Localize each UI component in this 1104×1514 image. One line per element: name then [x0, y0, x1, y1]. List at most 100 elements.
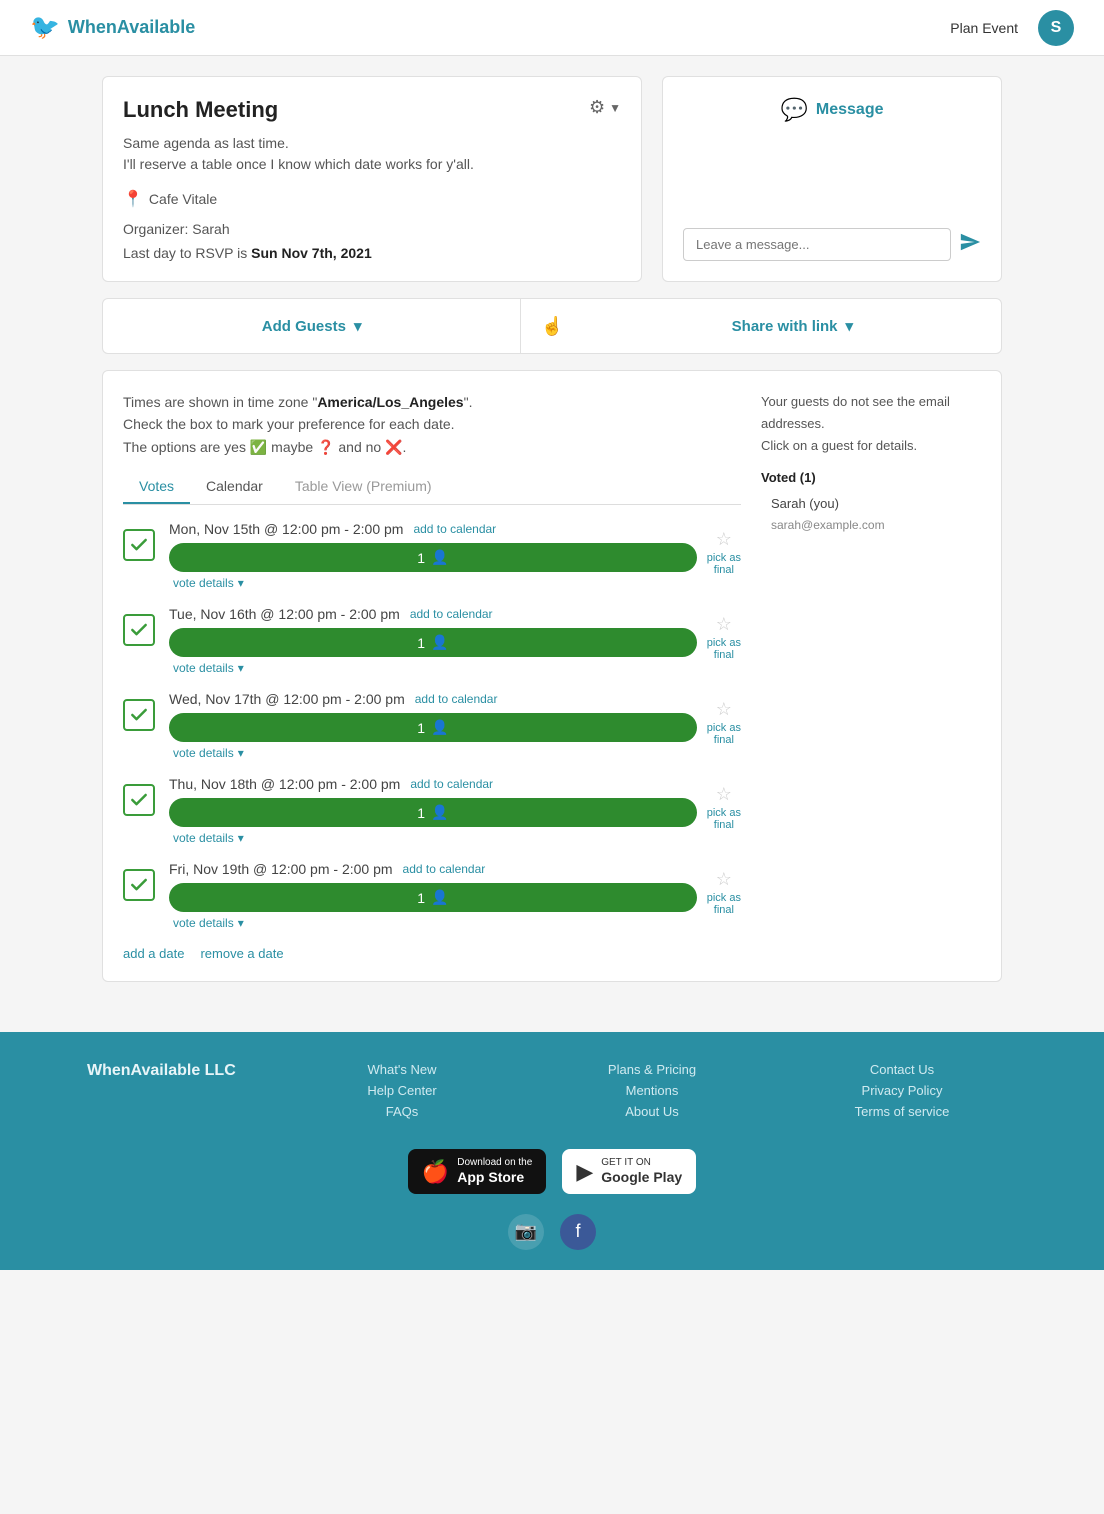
add-to-calendar-link[interactable]: add to calendar [410, 607, 493, 621]
vote-details-label: vote details [173, 576, 234, 590]
pick-as-final-label[interactable]: pick asfinal [707, 892, 741, 916]
footer-links-col3: Contact Us Privacy Policy Terms of servi… [787, 1062, 1017, 1125]
person-icon: 👤 [431, 634, 448, 651]
pick-final-area: ☆ pick asfinal [707, 606, 741, 661]
vote-details-row[interactable]: vote details ▾ [169, 576, 697, 590]
date-row: Wed, Nov 17th @ 12:00 pm - 2:00 pm add t… [123, 691, 741, 760]
remove-date-link[interactable]: remove a date [200, 946, 283, 961]
add-date-link[interactable]: add a date [123, 946, 184, 961]
send-button[interactable] [959, 231, 981, 259]
footer-top: WhenAvailable LLC What's New Help Center… [87, 1062, 1017, 1125]
vote-details-row[interactable]: vote details ▾ [169, 661, 697, 675]
event-panel: Lunch Meeting ⚙ ▼ Same agenda as last ti… [102, 76, 642, 282]
google-play-button[interactable]: ▶ GET IT ON Google Play [562, 1149, 696, 1194]
chevron-down-icon: ▾ [238, 916, 244, 930]
chevron-down-icon: ▾ [238, 746, 244, 760]
date-actions: add a date remove a date [123, 946, 741, 961]
vote-details-row[interactable]: vote details ▾ [169, 746, 697, 760]
star-icon[interactable]: ☆ [716, 529, 732, 550]
add-to-calendar-link[interactable]: add to calendar [410, 777, 493, 791]
pick-final-area: ☆ pick asfinal [707, 776, 741, 831]
vote-details-row[interactable]: vote details ▾ [169, 831, 697, 845]
message-input-row [683, 228, 981, 261]
top-panels: Lunch Meeting ⚙ ▼ Same agenda as last ti… [102, 76, 1002, 282]
privacy-link[interactable]: Privacy Policy [787, 1083, 1017, 1098]
vote-details-label: vote details [173, 916, 234, 930]
chevron-down-icon: ▾ [238, 661, 244, 675]
vote-count: 1 [417, 805, 425, 821]
user-avatar[interactable]: S [1038, 10, 1074, 46]
voted-email: sarah@example.com [761, 515, 981, 535]
date-content: Mon, Nov 15th @ 12:00 pm - 2:00 pm add t… [169, 521, 697, 590]
star-icon[interactable]: ☆ [716, 784, 732, 805]
logo-text: WhenAvailable [68, 17, 195, 38]
event-desc-line2: I'll reserve a table once I know which d… [123, 154, 621, 175]
date-checkbox[interactable] [123, 614, 155, 646]
mentions-link[interactable]: Mentions [537, 1083, 767, 1098]
pick-final-area: ☆ pick asfinal [707, 861, 741, 916]
instagram-icon[interactable]: 📷 [508, 1214, 544, 1250]
date-rows: Mon, Nov 15th @ 12:00 pm - 2:00 pm add t… [123, 521, 741, 930]
help-center-link[interactable]: Help Center [287, 1083, 517, 1098]
date-checkbox-area [123, 861, 159, 901]
logo[interactable]: 🐦 WhenAvailable [30, 13, 195, 42]
footer-inner: WhenAvailable LLC What's New Help Center… [87, 1062, 1017, 1250]
vote-bar[interactable]: 1 👤 [169, 883, 697, 912]
footer: WhenAvailable LLC What's New Help Center… [0, 1032, 1104, 1270]
date-checkbox[interactable] [123, 869, 155, 901]
voting-top: Times are shown in time zone "America/Lo… [123, 391, 981, 961]
pick-as-final-label[interactable]: pick asfinal [707, 637, 741, 661]
timezone-info: Times are shown in time zone "America/Lo… [123, 391, 741, 458]
whats-new-link[interactable]: What's New [287, 1062, 517, 1077]
add-to-calendar-link[interactable]: add to calendar [403, 862, 486, 876]
pick-as-final-label[interactable]: pick asfinal [707, 807, 741, 831]
terms-link[interactable]: Terms of service [787, 1104, 1017, 1119]
location-name: Cafe Vitale [149, 191, 217, 207]
about-link[interactable]: About Us [537, 1104, 767, 1119]
plans-pricing-link[interactable]: Plans & Pricing [537, 1062, 767, 1077]
settings-button[interactable]: ⚙ ▼ [589, 97, 621, 118]
plan-event-button[interactable]: Plan Event [950, 20, 1018, 36]
voted-user[interactable]: Sarah (you) [761, 493, 981, 515]
contact-link[interactable]: Contact Us [787, 1062, 1017, 1077]
facebook-icon[interactable]: f [560, 1214, 596, 1250]
google-play-text: GET IT ON Google Play [601, 1157, 682, 1186]
pick-final-area: ☆ pick asfinal [707, 691, 741, 746]
share-link-button[interactable]: Share with link ▾ [584, 299, 1001, 353]
voting-right: Your guests do not see the email address… [761, 391, 981, 961]
app-store-button[interactable]: 🍎 Download on the App Store [408, 1149, 546, 1194]
header: 🐦 WhenAvailable Plan Event S [0, 0, 1104, 56]
date-checkbox-area [123, 691, 159, 731]
vote-count: 1 [417, 890, 425, 906]
voting-left: Times are shown in time zone "America/Lo… [123, 391, 741, 961]
tab-calendar[interactable]: Calendar [190, 470, 279, 504]
faqs-link[interactable]: FAQs [287, 1104, 517, 1119]
tab-votes[interactable]: Votes [123, 470, 190, 504]
add-to-calendar-link[interactable]: add to calendar [415, 692, 498, 706]
share-label: Share with link [732, 318, 838, 335]
vote-bar[interactable]: 1 👤 [169, 628, 697, 657]
star-icon[interactable]: ☆ [716, 699, 732, 720]
logo-bird-icon: 🐦 [30, 13, 60, 42]
event-title: Lunch Meeting [123, 97, 278, 123]
vote-bar[interactable]: 1 👤 [169, 543, 697, 572]
app-store-text: Download on the App Store [457, 1157, 532, 1186]
pick-as-final-label[interactable]: pick asfinal [707, 552, 741, 576]
date-checkbox[interactable] [123, 784, 155, 816]
pick-as-final-label[interactable]: pick asfinal [707, 722, 741, 746]
add-guests-button[interactable]: Add Guests ▾ [103, 299, 521, 353]
date-checkbox[interactable] [123, 699, 155, 731]
tab-table-view[interactable]: Table View (Premium) [279, 470, 448, 504]
message-input[interactable] [683, 228, 951, 261]
star-icon[interactable]: ☆ [716, 869, 732, 890]
add-to-calendar-link[interactable]: add to calendar [413, 522, 496, 536]
vote-bar[interactable]: 1 👤 [169, 713, 697, 742]
event-header: Lunch Meeting ⚙ ▼ [123, 97, 621, 123]
vote-details-row[interactable]: vote details ▾ [169, 916, 697, 930]
date-content: Tue, Nov 16th @ 12:00 pm - 2:00 pm add t… [169, 606, 697, 675]
star-icon[interactable]: ☆ [716, 614, 732, 635]
date-label: Tue, Nov 16th @ 12:00 pm - 2:00 pm [169, 606, 400, 622]
date-checkbox[interactable] [123, 529, 155, 561]
vote-bar[interactable]: 1 👤 [169, 798, 697, 827]
date-checkbox-area [123, 606, 159, 646]
